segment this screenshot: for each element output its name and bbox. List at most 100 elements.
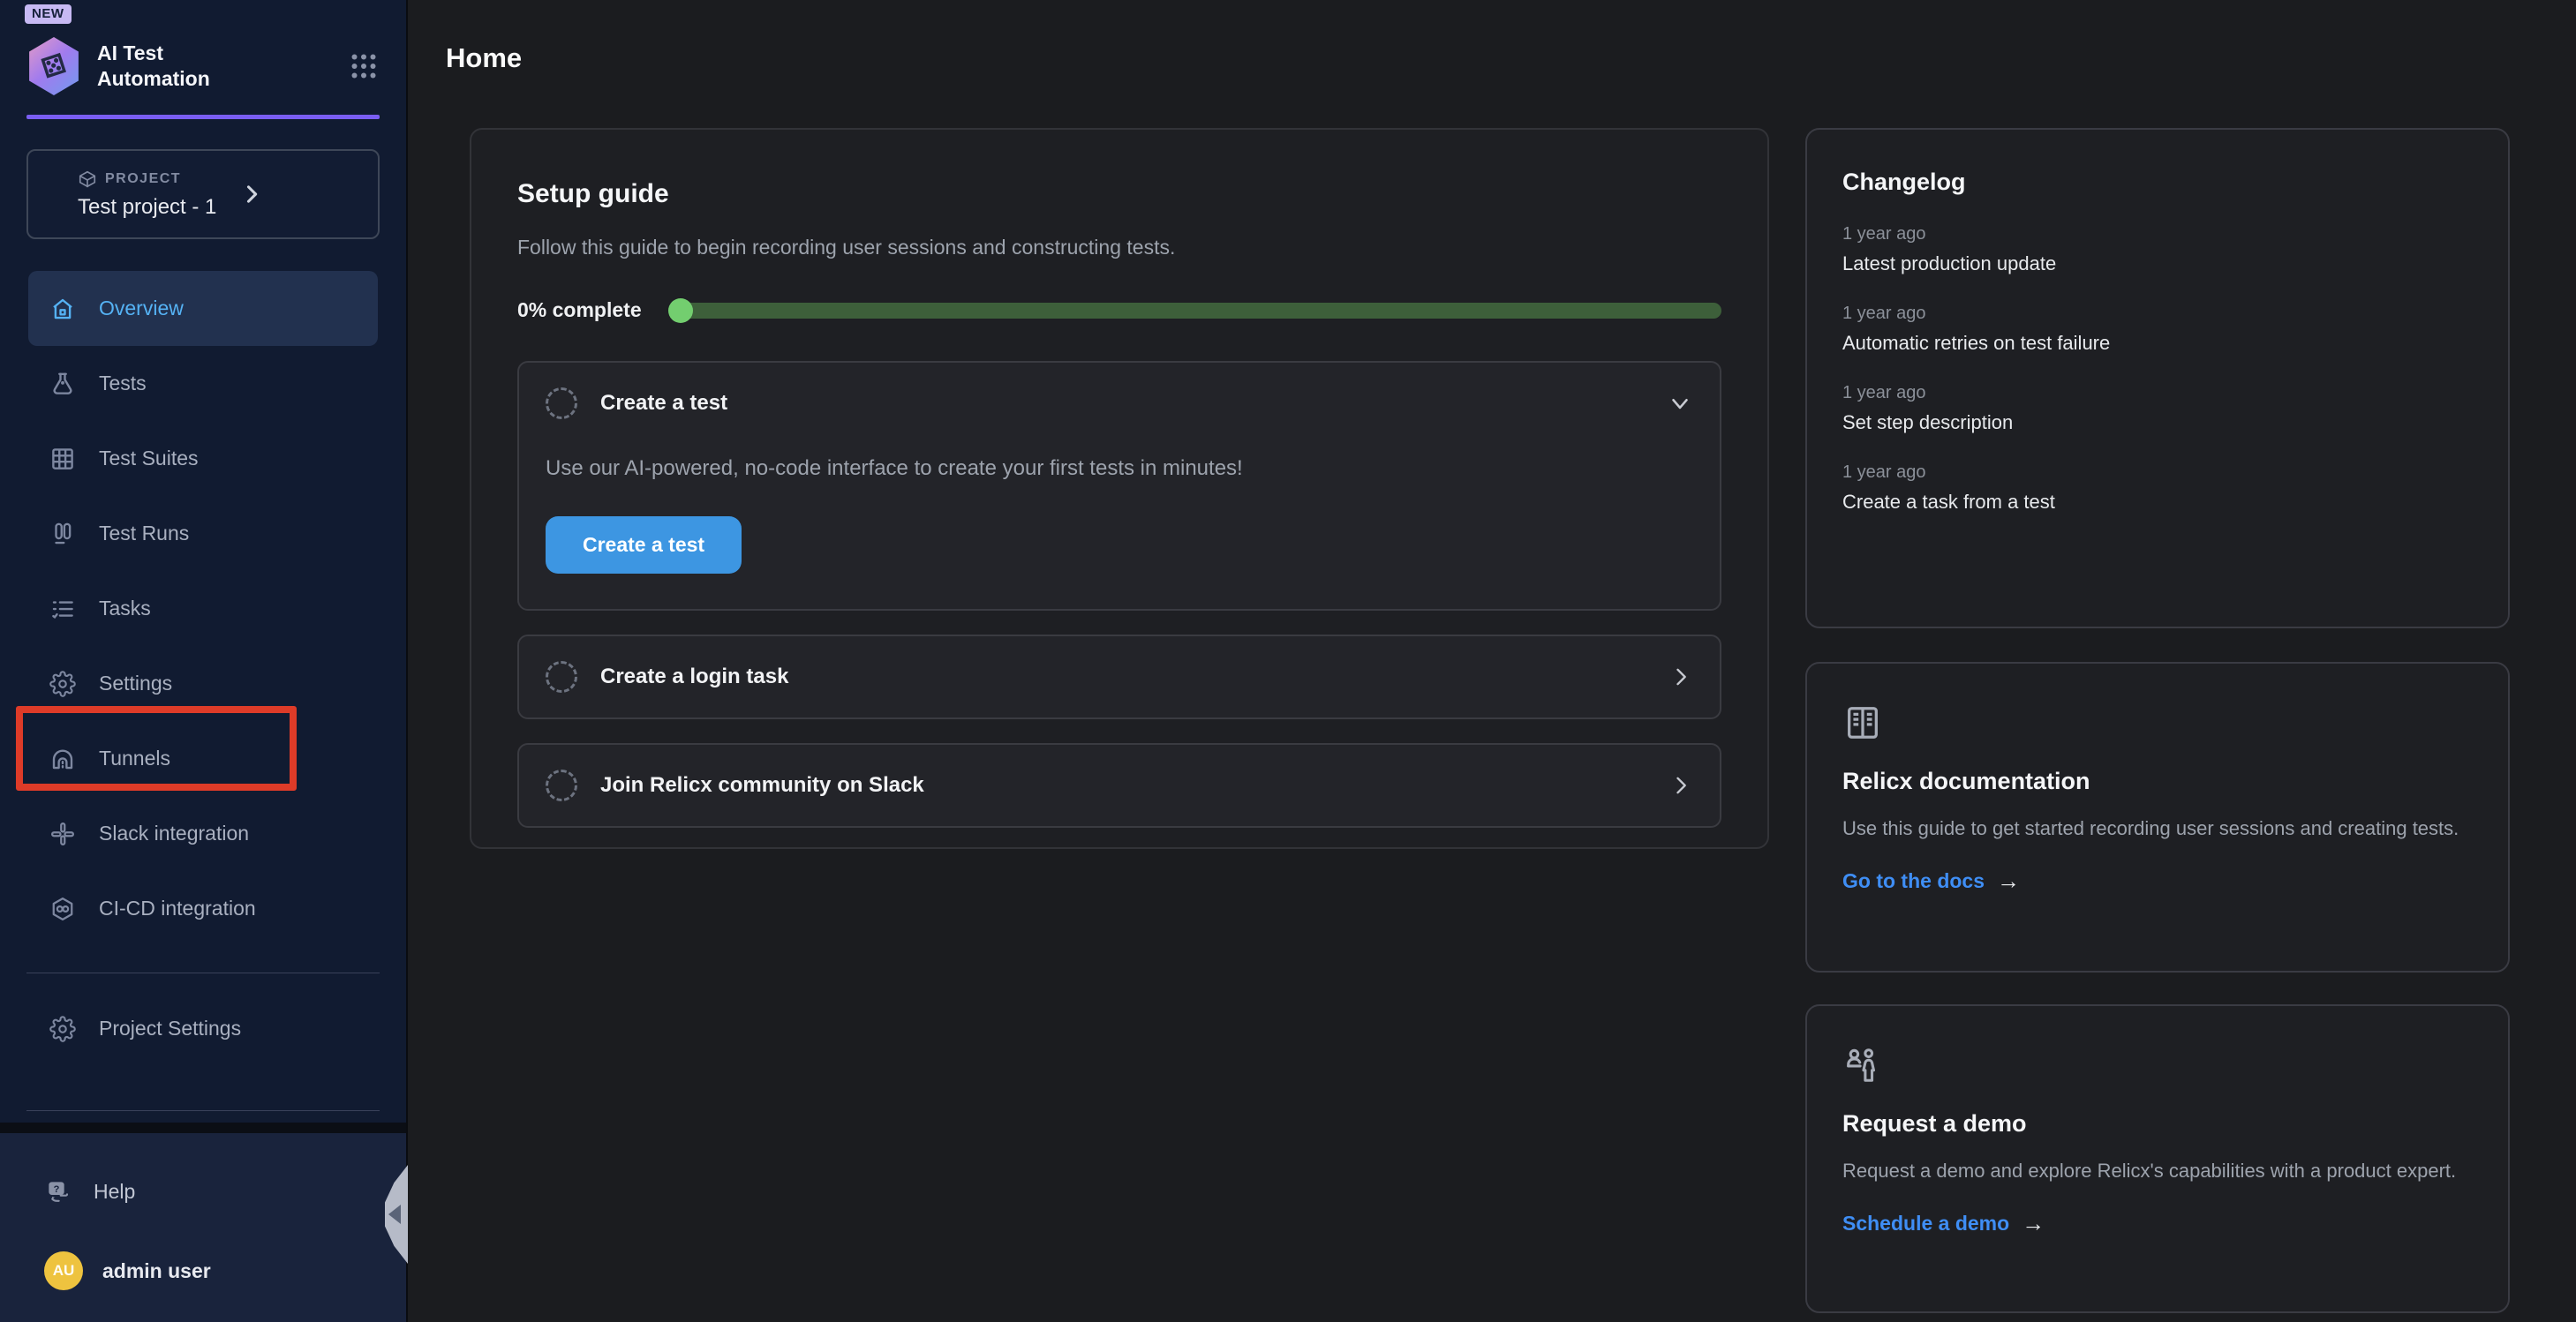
cicd-infinity-icon: [49, 896, 76, 922]
chevron-down-icon[interactable]: [1667, 390, 1693, 417]
sidebar-item-settings[interactable]: Settings: [28, 646, 378, 721]
step-title: Join Relicx community on Slack: [600, 773, 924, 798]
step-status-icon: [546, 770, 577, 801]
documentation-description: Use this guide to get started recording …: [1842, 813, 2473, 845]
project-name: Test project - 1: [78, 195, 216, 220]
apps-grid-icon[interactable]: [348, 50, 380, 82]
setup-step-create-login-task: Create a login task: [517, 635, 1721, 719]
help-chat-icon: ?: [44, 1177, 72, 1206]
right-column: Changelog 1 year ago Latest production u…: [1805, 128, 2510, 1313]
avatar: AU: [44, 1251, 83, 1290]
svg-text:?: ?: [54, 1184, 60, 1195]
sidebar-item-project-settings[interactable]: Project Settings: [28, 991, 378, 1066]
user-menu[interactable]: AU admin user: [44, 1251, 380, 1290]
people-icon: [1842, 1045, 2473, 1085]
changelog-card: Changelog 1 year ago Latest production u…: [1805, 128, 2510, 628]
setup-guide-card: Setup guide Follow this guide to begin r…: [470, 128, 1769, 849]
request-demo-description: Request a demo and explore Relicx's capa…: [1842, 1155, 2473, 1187]
sidebar-item-overview[interactable]: Overview: [28, 271, 378, 346]
progress-bar: [670, 303, 1721, 319]
create-a-test-button[interactable]: Create a test: [546, 516, 742, 574]
sidebar-item-tunnels[interactable]: Tunnels: [28, 721, 378, 796]
progress-label: 0% complete: [517, 298, 642, 322]
sidebar: NEW ⚄ AI Test Automation PROJECT: [0, 0, 408, 1322]
changelog-entry: 1 year ago Latest production update: [1842, 224, 2473, 275]
slack-icon: [49, 821, 76, 847]
changelog-entry: 1 year ago Set step description: [1842, 383, 2473, 434]
sidebar-item-label: Test Suites: [99, 447, 199, 470]
changelog-entry-time: 1 year ago: [1842, 224, 2473, 244]
chevron-right-icon: [239, 182, 264, 207]
setup-progress: 0% complete: [517, 298, 1721, 322]
step-title: Create a test: [600, 391, 727, 416]
home-icon: [49, 296, 76, 322]
sidebar-item-label: Overview: [99, 297, 184, 320]
gear-icon: [49, 671, 76, 697]
changelog-title: Changelog: [1842, 169, 2473, 196]
changelog-entry-text: Automatic retries on test failure: [1842, 332, 2473, 355]
sidebar-item-label: Tunnels: [99, 747, 170, 770]
sidebar-item-label: CI-CD integration: [99, 897, 256, 920]
table-grid-icon: [49, 446, 76, 472]
changelog-entry-text: Create a task from a test: [1842, 491, 2473, 514]
sidebar-item-test-suites[interactable]: Test Suites: [28, 421, 378, 496]
test-runs-icon: [49, 521, 76, 547]
collapse-arrow-icon: [388, 1205, 401, 1224]
step-header[interactable]: Join Relicx community on Slack: [546, 745, 1693, 826]
changelog-entry-time: 1 year ago: [1842, 462, 2473, 483]
tunnel-icon: [49, 746, 76, 772]
setup-step-create-a-test: Create a test Use our AI-powered, no-cod…: [517, 361, 1721, 611]
schedule-demo-link[interactable]: Schedule a demo →: [1842, 1210, 2473, 1237]
gear-icon: [49, 1016, 76, 1042]
chevron-right-icon[interactable]: [1668, 773, 1693, 798]
chevron-right-icon[interactable]: [1668, 665, 1693, 689]
help-button[interactable]: ? Help: [44, 1177, 380, 1206]
project-selector[interactable]: PROJECT Test project - 1: [26, 149, 380, 239]
documentation-icon: [1842, 702, 2473, 743]
sidebar-item-label: Slack integration: [99, 822, 249, 845]
new-badge: NEW: [25, 4, 72, 24]
project-label: PROJECT: [105, 171, 181, 187]
sidebar-item-label: Project Settings: [99, 1017, 241, 1040]
sidebar-item-label: Tasks: [99, 597, 151, 620]
sidebar-item-slack-integration[interactable]: Slack integration: [28, 796, 378, 871]
help-label: Help: [94, 1180, 135, 1204]
request-demo-card: Request a demo Request a demo and explor…: [1805, 1004, 2510, 1313]
setup-step-join-slack: Join Relicx community on Slack: [517, 743, 1721, 828]
changelog-entry-time: 1 year ago: [1842, 383, 2473, 403]
user-name: admin user: [102, 1259, 211, 1283]
changelog-entry-time: 1 year ago: [1842, 304, 2473, 324]
sidebar-bottom-panel: ? Help AU admin user: [0, 1123, 406, 1322]
changelog-entry-text: Set step description: [1842, 411, 2473, 434]
flask-icon: [49, 371, 76, 397]
changelog-entry: 1 year ago Automatic retries on test fai…: [1842, 304, 2473, 355]
step-description: Use our AI-powered, no-code interface to…: [546, 456, 1693, 481]
go-to-docs-link[interactable]: Go to the docs →: [1842, 868, 2473, 895]
app-logo-icon: ⚄: [26, 37, 81, 95]
step-title: Create a login task: [600, 665, 788, 689]
sidebar-item-tests[interactable]: Tests: [28, 346, 378, 421]
sidebar-item-label: Settings: [99, 672, 172, 695]
documentation-card: Relicx documentation Use this guide to g…: [1805, 662, 2510, 973]
sidebar-item-cicd-integration[interactable]: CI-CD integration: [28, 871, 378, 946]
documentation-title: Relicx documentation: [1842, 768, 2473, 795]
step-status-icon: [546, 387, 577, 419]
main-content: Home Setup guide Follow this guide to be…: [408, 0, 2576, 1322]
arrow-right-icon: →: [2022, 1210, 2045, 1237]
setup-guide-title: Setup guide: [517, 179, 1721, 209]
app-title: AI Test Automation: [97, 41, 247, 92]
changelog-entry-text: Latest production update: [1842, 252, 2473, 275]
arrow-right-icon: →: [1997, 868, 2020, 895]
step-header[interactable]: Create a test: [546, 363, 1693, 444]
page-title: Home: [446, 42, 522, 74]
sidebar-divider: [26, 1110, 380, 1111]
accent-divider: [26, 115, 380, 119]
setup-guide-subtitle: Follow this guide to begin recording use…: [517, 236, 1721, 259]
request-demo-title: Request a demo: [1842, 1110, 2473, 1138]
task-list-icon: [49, 596, 76, 622]
step-status-icon: [546, 661, 577, 693]
sidebar-item-tasks[interactable]: Tasks: [28, 571, 378, 646]
sidebar-item-test-runs[interactable]: Test Runs: [28, 496, 378, 571]
sidebar-nav: Overview Tests Test Suites: [0, 271, 406, 946]
step-header[interactable]: Create a login task: [546, 636, 1693, 717]
